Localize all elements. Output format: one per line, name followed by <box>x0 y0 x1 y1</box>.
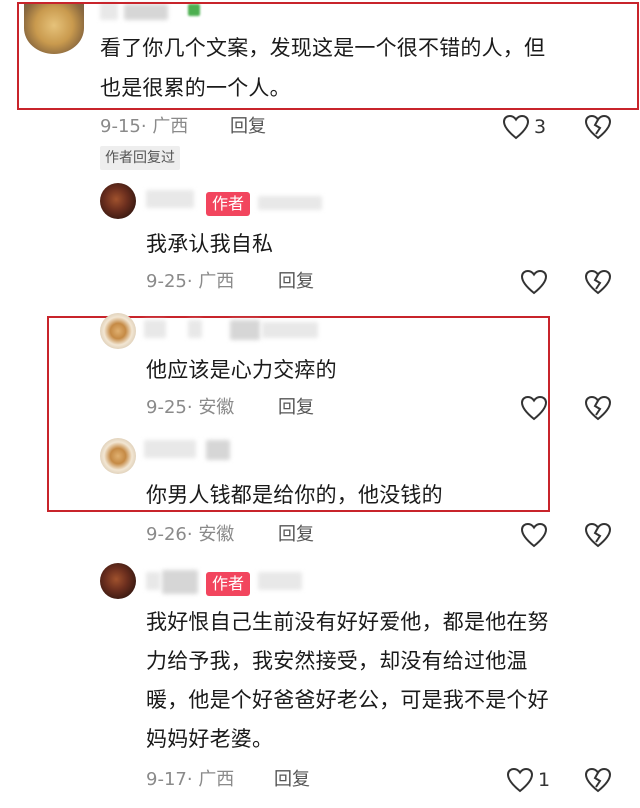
heart-outline-icon[interactable] <box>520 269 548 295</box>
like-count: 1 <box>538 769 551 791</box>
broken-heart-icon[interactable] <box>584 114 612 140</box>
author-badge: 作者 <box>206 192 251 216</box>
username-blurred <box>230 320 260 340</box>
reply-text: 他应该是心力交瘁的 <box>146 358 337 382</box>
heart-outline-icon[interactable] <box>520 522 548 548</box>
username-blurred <box>146 190 194 208</box>
username-blurred <box>262 322 318 338</box>
reply-button[interactable]: 回复 <box>278 270 314 294</box>
author-avatar[interactable] <box>100 183 136 219</box>
reply-text: 你男人钱都是给你的，他没钱的 <box>146 483 443 507</box>
comment-text-line: 看了你几个文案，发现这是一个很不错的人，但 <box>100 36 546 60</box>
broken-heart-icon[interactable] <box>584 522 612 548</box>
reply-text-line: 我好恨自己生前没有好好爱他，都是他在努 <box>146 610 549 634</box>
reply-text-line: 妈妈好老婆。 <box>146 727 274 751</box>
broken-heart-icon[interactable] <box>584 767 612 793</box>
author-replied-tag: 作者回复过 <box>100 146 180 170</box>
author-badge: 作者 <box>206 572 251 596</box>
broken-heart-icon[interactable] <box>584 395 612 421</box>
comment-text-line: 也是很累的一个人。 <box>100 76 291 100</box>
reply-text: 我承认我自私 <box>146 232 274 256</box>
username-blurred <box>206 440 230 460</box>
reply-target-blurred <box>258 196 322 210</box>
reply-button[interactable]: 回复 <box>278 523 314 547</box>
like-count: 3 <box>534 116 547 138</box>
reply-text-line: 力给予我，我安然接受，却没有给过他温 <box>146 649 528 673</box>
username-blurred <box>144 440 196 458</box>
commenter-avatar[interactable] <box>100 313 136 349</box>
heart-outline-icon[interactable] <box>520 395 548 421</box>
username-blurred <box>188 320 202 338</box>
username-blurred <box>146 572 160 590</box>
reply-date: 9-25· 安徽 <box>146 397 235 418</box>
reply-button[interactable]: 回复 <box>274 768 310 792</box>
author-avatar[interactable] <box>100 563 136 599</box>
reply-date: 9-25· 广西 <box>146 271 235 292</box>
username-blurred <box>144 320 166 338</box>
broken-heart-icon[interactable] <box>584 269 612 295</box>
reply-target-blurred <box>258 572 302 590</box>
reply-button[interactable]: 回复 <box>278 396 314 420</box>
heart-outline-icon[interactable] <box>506 767 534 793</box>
reply-date: 9-17· 广西 <box>146 769 235 790</box>
reply-text-line: 暖，他是个好爸爸好老公，可是我不是个好 <box>146 688 549 712</box>
reply-button[interactable]: 回复 <box>230 115 266 139</box>
comment-date: 9-15· 广西 <box>100 116 189 137</box>
heart-outline-icon[interactable] <box>502 114 530 140</box>
username-blurred <box>162 570 198 594</box>
commenter-avatar[interactable] <box>100 438 136 474</box>
reply-date: 9-26· 安徽 <box>146 524 235 545</box>
